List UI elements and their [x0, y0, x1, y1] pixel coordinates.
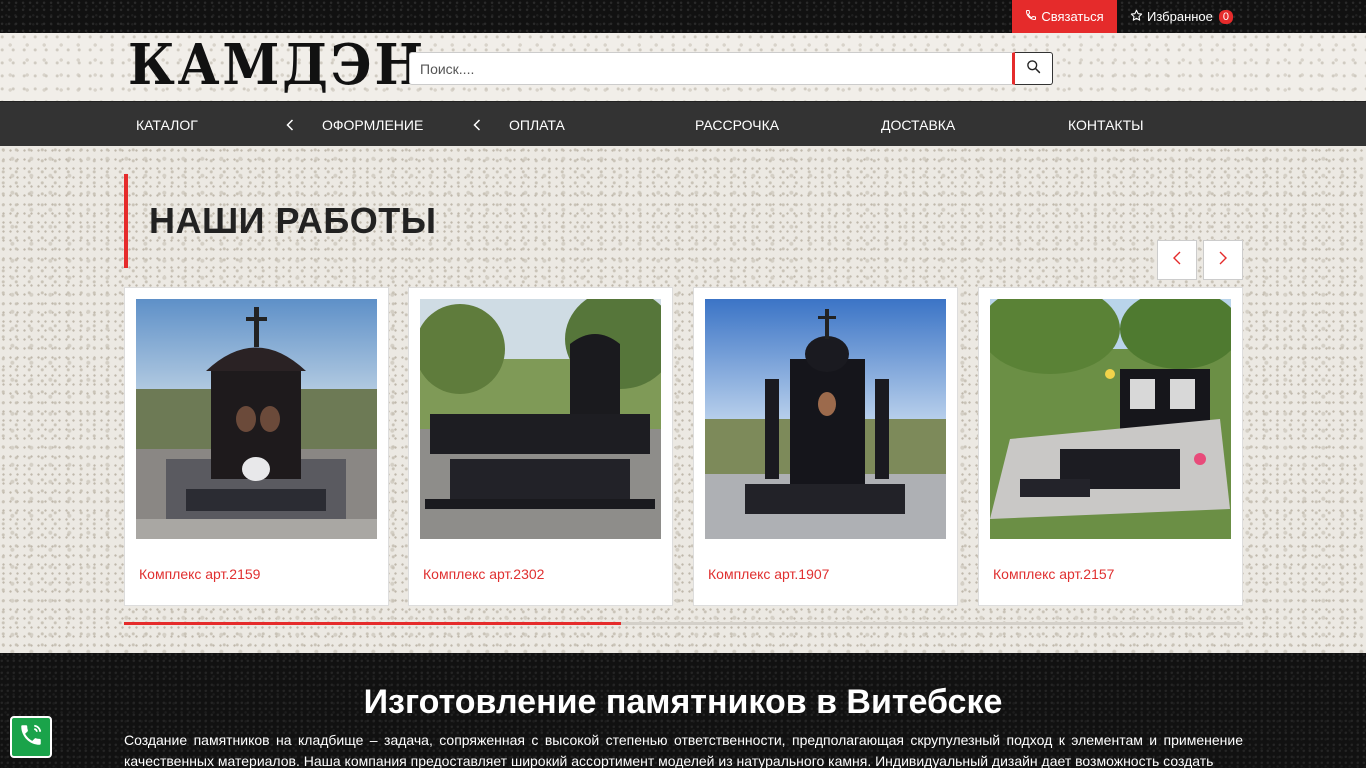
chevron-left-icon[interactable]	[473, 102, 481, 147]
contact-button[interactable]: Связаться	[1012, 0, 1117, 33]
nav-item-catalog[interactable]: КАТАЛОГ	[136, 102, 198, 147]
work-card-title[interactable]: Комплекс арт.2302	[423, 566, 544, 582]
section-title: НАШИ РАБОТЫ	[149, 200, 437, 241]
work-card-image[interactable]	[136, 299, 377, 539]
favorites-count-badge: 0	[1218, 9, 1234, 24]
contact-button-label: Связаться	[1041, 9, 1104, 24]
chevron-right-icon	[1218, 251, 1228, 270]
work-card-image[interactable]	[705, 299, 946, 539]
nav-item-contacts[interactable]: КОНТАКТЫ	[1068, 102, 1144, 147]
work-card[interactable]: Комплекс арт.2159	[124, 287, 389, 606]
favorites-label: Избранное	[1147, 9, 1213, 24]
nav-item-design[interactable]: ОФОРМЛЕНИЕ	[322, 102, 423, 147]
chevron-left-icon	[1172, 251, 1182, 270]
main-nav: КАТАЛОГ ОФОРМЛЕНИЕ ОПЛАТА РАССРОЧКА ДОСТ…	[0, 101, 1366, 146]
star-icon	[1130, 9, 1143, 25]
work-card-image[interactable]	[990, 299, 1231, 539]
work-card-image[interactable]	[420, 299, 661, 539]
about-text: Создание памятников на кладбище – задача…	[124, 732, 1243, 768]
call-button[interactable]	[10, 716, 52, 758]
work-card-title[interactable]: Комплекс арт.1907	[708, 566, 829, 582]
nav-item-payment[interactable]: ОПЛАТА	[509, 102, 565, 147]
search-input[interactable]	[409, 52, 1015, 85]
search-button[interactable]	[1015, 52, 1053, 85]
work-card[interactable]: Комплекс арт.2302	[408, 287, 673, 606]
slider-prev-button[interactable]	[1157, 240, 1197, 280]
slider-progress-fill	[124, 622, 621, 625]
nav-item-installment[interactable]: РАССРОЧКА	[695, 102, 779, 147]
chevron-left-icon[interactable]	[286, 102, 294, 147]
top-bar: Связаться Избранное 0	[0, 0, 1366, 33]
work-card[interactable]: Комплекс арт.1907	[693, 287, 958, 606]
search-icon	[1026, 59, 1041, 79]
work-card[interactable]: Комплекс арт.2157	[978, 287, 1243, 606]
works-section: НАШИ РАБОТЫ Комплекс арт.2159 Комплекс а…	[0, 146, 1366, 653]
favorites-link[interactable]: Избранное 0	[1130, 0, 1234, 33]
site-logo[interactable]: КАМДЭН	[128, 37, 423, 93]
nav-item-delivery[interactable]: ДОСТАВКА	[881, 102, 955, 147]
phone-icon	[18, 722, 44, 753]
section-heading: НАШИ РАБОТЫ	[124, 174, 524, 268]
work-card-title[interactable]: Комплекс арт.2159	[139, 566, 260, 582]
work-card-title[interactable]: Комплекс арт.2157	[993, 566, 1114, 582]
phone-icon	[1025, 9, 1037, 24]
about-title: Изготовление памятников в Витебске	[363, 683, 1003, 721]
about-section: Изготовление памятников в Витебске Созда…	[0, 653, 1366, 768]
search-bar	[409, 52, 1053, 85]
slider-progress[interactable]	[124, 622, 1243, 625]
slider-next-button[interactable]	[1203, 240, 1243, 280]
